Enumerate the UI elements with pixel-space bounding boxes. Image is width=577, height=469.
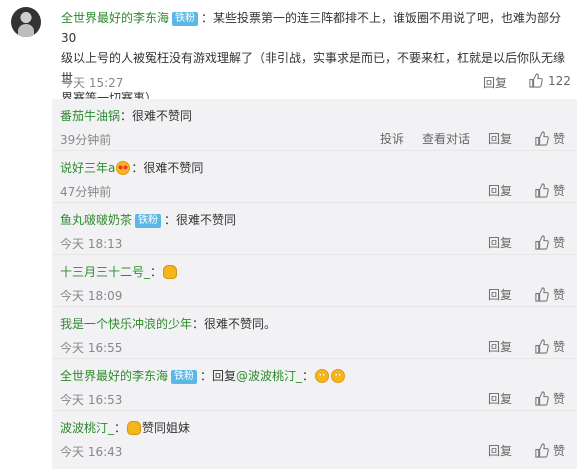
reply-text: 说好三年a ：很难不赞同 — [60, 159, 203, 176]
reply-username[interactable]: 我是一个快乐冲浪的少年 — [60, 317, 192, 331]
reply-text: 番茄牛油锅：很难不赞同 — [60, 107, 192, 124]
view-conversation-button[interactable]: 查看对话 — [422, 130, 470, 147]
thumbs-up-icon — [535, 235, 549, 250]
reply-item: 说好三年a ：很难不赞同 47分钟前 回复 赞 — [52, 151, 577, 203]
reply-actions: 回复 赞 — [470, 338, 565, 355]
like-button[interactable]: 赞 — [534, 182, 565, 199]
like-count: 122 — [548, 73, 571, 88]
fan-badge: 铁粉 — [135, 214, 162, 228]
mention-link[interactable]: @波波桃汀_ — [236, 369, 302, 383]
reply-text: 鱼丸啵啵奶茶 铁粉 ：很难不赞同 — [60, 211, 236, 228]
main-timestamp: 今天 15:27 — [61, 76, 124, 90]
like-button[interactable]: 赞 — [534, 286, 565, 303]
main-reply-button[interactable]: 回复 — [483, 74, 507, 91]
reply-button[interactable]: 回复 — [488, 338, 512, 355]
reply-content: ： — [150, 265, 163, 279]
like-button[interactable]: 赞 — [534, 338, 565, 355]
like-label: 赞 — [552, 288, 565, 302]
thumbs-up-icon — [535, 339, 549, 354]
reply-content-after: ： — [302, 369, 315, 383]
reply-item: 鱼丸啵啵奶茶 铁粉 ：很难不赞同 今天 18:13 回复 赞 — [52, 203, 577, 255]
main-comment: 全世界最好的李东海 铁粉 ：某些投票第一的连三阵都排不上，谁饭圈不用说了吧，也难为部… — [0, 0, 577, 105]
reply-item: 波波桃汀_： 赞同姐妹 今天 16:43 回复 赞 — [52, 411, 577, 463]
main-username[interactable]: 全世界最好的李东海 — [61, 11, 169, 25]
like-label: 赞 — [552, 236, 565, 250]
like-button[interactable]: 赞 — [534, 390, 565, 407]
report-button[interactable]: 投诉 — [380, 130, 404, 147]
reply-username[interactable]: 十三月三十二号_ — [60, 265, 150, 279]
reply-content: ：很难不赞同。 — [192, 317, 277, 331]
reply-timestamp: 今天 18:13 — [60, 237, 123, 251]
reply-text: 全世界最好的李东海 铁粉 ：回复@波波桃汀_： — [60, 367, 346, 384]
reply-username[interactable]: 全世界最好的李东海 — [60, 369, 168, 383]
reply-item: 番茄牛油锅：很难不赞同 39分钟前 投诉 查看对话 回复 赞 — [52, 99, 577, 151]
reply-username[interactable]: 鱼丸啵啵奶茶 — [60, 213, 132, 227]
reply-actions: 回复 赞 — [470, 390, 565, 407]
like-button[interactable]: 赞 — [534, 130, 565, 147]
like-label: 赞 — [552, 444, 565, 458]
reply-timestamp: 39分钟前 — [60, 133, 112, 147]
thumbs-up-icon — [535, 391, 549, 406]
reply-actions: 回复 赞 — [470, 234, 565, 251]
like-label: 赞 — [552, 340, 565, 354]
like-label: 赞 — [552, 184, 565, 198]
reply-button[interactable]: 回复 — [488, 182, 512, 199]
like-button[interactable]: 赞 — [534, 442, 565, 459]
reply-content: ：回复 — [200, 369, 237, 383]
reply-timestamp: 今天 16:55 — [60, 341, 123, 355]
crying-emoji-icon — [315, 369, 330, 383]
reply-text: 十三月三十二号_： — [60, 263, 178, 280]
thumbs-up-icon — [529, 73, 543, 88]
reply-timestamp: 今天 16:43 — [60, 445, 123, 459]
like-button[interactable]: 赞 — [534, 234, 565, 251]
reply-button[interactable]: 回复 — [488, 130, 512, 147]
fan-badge: 铁粉 — [172, 12, 199, 26]
reply-actions: 投诉 查看对话 回复 赞 — [362, 130, 565, 147]
reply-timestamp: 今天 18:09 — [60, 289, 123, 303]
reply-content: ：很难不赞同 — [120, 109, 193, 123]
reply-username[interactable]: 番茄牛油锅 — [60, 109, 120, 123]
like-label: 赞 — [552, 132, 565, 146]
main-like-button[interactable]: 122 — [528, 73, 571, 88]
reply-content: ： — [114, 421, 127, 435]
thumbs-up-icon — [535, 287, 549, 302]
reply-list: 番茄牛油锅：很难不赞同 39分钟前 投诉 查看对话 回复 赞 说好三年a ：很难不… — [52, 99, 577, 469]
reply-item: 我是一个快乐冲浪的少年：很难不赞同。 今天 16:55 回复 赞 — [52, 307, 577, 359]
thumbs-up-emoji-icon — [163, 265, 178, 279]
thumbs-up-icon — [535, 131, 549, 146]
avatar[interactable] — [11, 7, 41, 37]
reply-timestamp: 47分钟前 — [60, 185, 112, 199]
reply-actions: 回复 赞 — [470, 442, 565, 459]
crying-emoji-icon — [331, 369, 346, 383]
reply-text: 波波桃汀_： 赞同姐妹 — [60, 419, 190, 436]
reply-content: ：很难不赞同 — [164, 213, 237, 227]
reply-button[interactable]: 回复 — [488, 390, 512, 407]
reply-timestamp: 今天 16:53 — [60, 393, 123, 407]
main-comment-text: 全世界最好的李东海 铁粉 ：某些投票第一的连三阵都排不上，谁饭圈不用说了吧，也难为部… — [61, 8, 566, 108]
reply-username[interactable]: 说好三年a — [60, 161, 115, 175]
reply-button[interactable]: 回复 — [488, 286, 512, 303]
heart-eyes-emoji-icon — [116, 161, 131, 175]
reply-text: 我是一个快乐冲浪的少年：很难不赞同。 — [60, 315, 276, 332]
thumbs-up-icon — [535, 183, 549, 198]
reply-content: ：很难不赞同 — [131, 161, 204, 175]
reply-actions: 回复 赞 — [470, 286, 565, 303]
reply-item: 十三月三十二号_： 今天 18:09 回复 赞 — [52, 255, 577, 307]
reply-button[interactable]: 回复 — [488, 234, 512, 251]
reply-username[interactable]: 波波桃汀_ — [60, 421, 114, 435]
reply-button[interactable]: 回复 — [488, 442, 512, 459]
thumbs-up-icon — [535, 443, 549, 458]
thumbs-up-emoji-icon — [127, 421, 142, 435]
reply-actions: 回复 赞 — [470, 182, 565, 199]
reply-content-after: 赞同姐妹 — [142, 421, 191, 435]
fan-badge: 铁粉 — [171, 370, 198, 384]
like-label: 赞 — [552, 392, 565, 406]
reply-item: 全世界最好的李东海 铁粉 ：回复@波波桃汀_： 今天 16:53 回复 赞 — [52, 359, 577, 411]
